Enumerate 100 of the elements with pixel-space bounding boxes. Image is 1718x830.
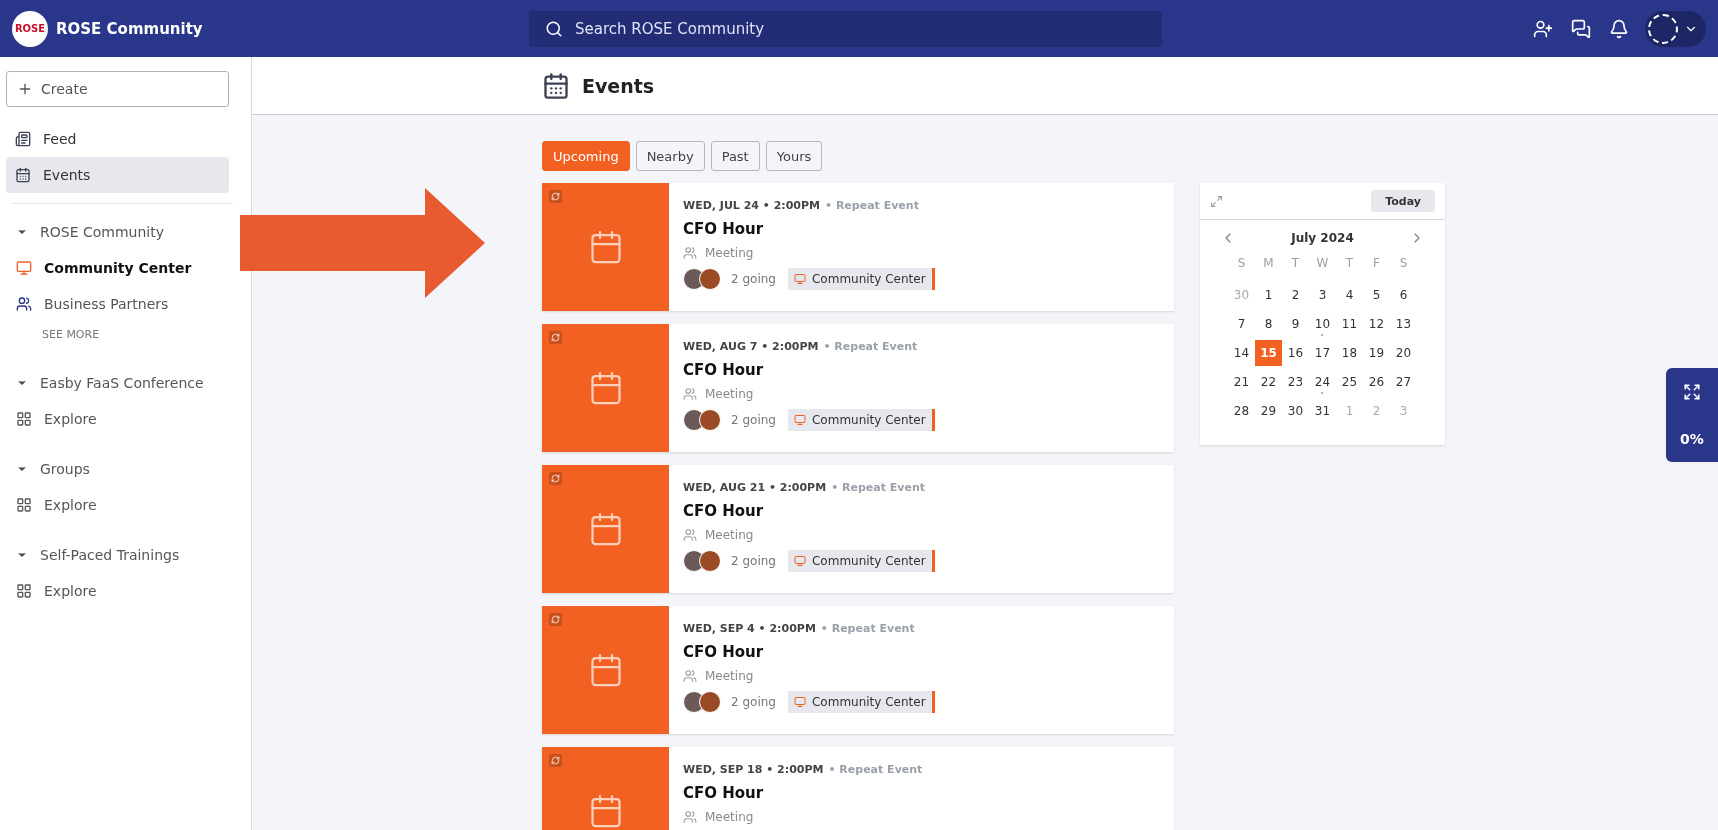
monitor-icon bbox=[16, 260, 32, 276]
group-tag[interactable]: Community Center bbox=[787, 268, 935, 290]
calendar-day[interactable]: 2 bbox=[1282, 282, 1309, 308]
calendar-icon bbox=[15, 167, 31, 183]
going-count: 2 going bbox=[731, 695, 776, 709]
calendar-icon bbox=[542, 71, 570, 100]
monitor-icon bbox=[793, 273, 806, 285]
weekday-label: F bbox=[1372, 255, 1381, 272]
monitor-icon bbox=[793, 555, 806, 567]
group-tag[interactable]: Community Center bbox=[787, 409, 935, 431]
calendar-day[interactable]: 6 bbox=[1390, 282, 1417, 308]
calendar-day[interactable]: 5 bbox=[1363, 282, 1390, 308]
calendar-day[interactable]: 1 bbox=[1255, 282, 1282, 308]
repeat-label: • Repeat Event bbox=[831, 481, 925, 494]
calendar-day[interactable]: 29 bbox=[1255, 398, 1282, 424]
event-type: Meeting bbox=[705, 810, 754, 824]
filter-tab[interactable]: Yours bbox=[765, 141, 823, 171]
section-header[interactable]: ROSE Community bbox=[6, 214, 229, 250]
filter-tab[interactable]: Nearby bbox=[635, 141, 705, 171]
event-card[interactable]: WED, JUL 24 • 2:00PM • Repeat Event CFO Hour Meeting 2 going Community Center bbox=[542, 183, 1174, 311]
today-button[interactable]: Today bbox=[1371, 190, 1435, 212]
event-card[interactable]: WED, AUG 21 • 2:00PM • Repeat Event CFO Hour Meeting 2 going Community Center bbox=[542, 465, 1174, 593]
calendar-day[interactable]: 23 bbox=[1282, 369, 1309, 395]
section-header[interactable]: Easby FaaS Conference bbox=[6, 365, 229, 401]
logo[interactable]: ROSE bbox=[12, 10, 48, 47]
create-button[interactable]: Create bbox=[6, 71, 229, 107]
calendar-day[interactable]: 20 bbox=[1390, 340, 1417, 366]
calendar-day[interactable]: 27 bbox=[1390, 369, 1417, 395]
grid-icon bbox=[16, 583, 32, 599]
going-count: 2 going bbox=[731, 272, 776, 286]
event-date: WED, AUG 7 • 2:00PM bbox=[683, 340, 819, 353]
calendar-day[interactable]: 18 bbox=[1336, 340, 1363, 366]
brand-name: ROSE Community bbox=[56, 19, 204, 38]
event-date: WED, AUG 21 • 2:00PM bbox=[683, 481, 827, 494]
page-title: Events bbox=[582, 74, 655, 97]
sidebar-item[interactable]: Community Center bbox=[6, 250, 229, 286]
calendar-day[interactable]: 22 bbox=[1255, 369, 1282, 395]
calendar-day[interactable]: 11 bbox=[1336, 311, 1363, 337]
group-tag[interactable]: Community Center bbox=[787, 550, 935, 572]
calendar-day[interactable]: 31 bbox=[1309, 398, 1336, 424]
weekday-label: T bbox=[1290, 255, 1301, 272]
event-type: Meeting bbox=[705, 669, 754, 683]
calendar-day[interactable]: 25 bbox=[1336, 369, 1363, 395]
sidebar-item[interactable]: Feed bbox=[6, 121, 229, 157]
calendar-day[interactable]: 10 bbox=[1309, 311, 1336, 337]
calendar-day[interactable]: 24 bbox=[1309, 369, 1336, 395]
calendar-day[interactable]: 4 bbox=[1336, 282, 1363, 308]
calendar-day[interactable]: 19 bbox=[1363, 340, 1390, 366]
plus-icon bbox=[17, 81, 33, 97]
avatar bbox=[699, 550, 721, 572]
sidebar-item[interactable]: Explore bbox=[6, 573, 229, 609]
calendar-day[interactable]: 28 bbox=[1228, 398, 1255, 424]
event-date: WED, SEP 4 • 2:00PM bbox=[683, 622, 816, 635]
account-menu-button[interactable] bbox=[1645, 10, 1706, 47]
repeat-icon bbox=[549, 331, 562, 344]
sidebar-item[interactable]: Explore bbox=[6, 487, 229, 523]
calendar-day[interactable]: 17 bbox=[1309, 340, 1336, 366]
calendar-day[interactable]: 7 bbox=[1228, 311, 1255, 337]
calendar-day[interactable]: 16 bbox=[1282, 340, 1309, 366]
calendar-day[interactable]: 26 bbox=[1363, 369, 1390, 395]
calendar-day[interactable]: 21 bbox=[1228, 369, 1255, 395]
month-title: July 2024 bbox=[1291, 231, 1354, 245]
calendar-day[interactable]: 12 bbox=[1363, 311, 1390, 337]
section-header[interactable]: Self-Paced Trainings bbox=[6, 537, 229, 573]
weekday-label: S bbox=[1398, 255, 1409, 272]
calendar-day[interactable]: 13 bbox=[1390, 311, 1417, 337]
repeat-label: • Repeat Event bbox=[828, 763, 923, 776]
people-icon bbox=[683, 669, 697, 683]
feed-icon bbox=[15, 131, 31, 147]
calendar-day[interactable]: 3 bbox=[1309, 282, 1336, 308]
sidebar-item[interactable]: Explore bbox=[6, 401, 229, 437]
event-card[interactable]: WED, AUG 7 • 2:00PM • Repeat Event CFO Hour Meeting 2 going Community Center bbox=[542, 324, 1174, 452]
weekday-label: W bbox=[1315, 255, 1330, 272]
people-icon bbox=[683, 387, 697, 401]
calendar-day[interactable]: 30 bbox=[1282, 398, 1309, 424]
repeat-icon bbox=[549, 613, 562, 626]
calendar-day[interactable]: 9 bbox=[1282, 311, 1309, 337]
see-more-link[interactable]: SEE MORE bbox=[6, 322, 245, 351]
event-date: WED, SEP 18 • 2:00PM bbox=[683, 763, 824, 776]
monitor-icon bbox=[793, 414, 806, 426]
event-card[interactable]: WED, SEP 18 • 2:00PM • Repeat Event CFO Hour Meeting bbox=[542, 747, 1174, 830]
event-title: CFO Hour bbox=[683, 502, 765, 520]
calendar-day[interactable]: 8 bbox=[1255, 311, 1282, 337]
expand-icon bbox=[1683, 383, 1701, 401]
grid-icon bbox=[16, 497, 32, 513]
event-card[interactable]: WED, SEP 4 • 2:00PM • Repeat Event CFO Hour Meeting 2 going Community Center bbox=[542, 606, 1174, 734]
group-tag[interactable]: Community Center bbox=[787, 691, 935, 713]
expand-icon[interactable] bbox=[1210, 194, 1223, 208]
weekday-label: M bbox=[1262, 255, 1275, 272]
sidebar-item[interactable]: Events bbox=[6, 157, 229, 193]
progress-widget[interactable]: 0% bbox=[1666, 368, 1718, 462]
event-title: CFO Hour bbox=[683, 220, 765, 238]
calendar-day[interactable]: 14 bbox=[1228, 340, 1255, 366]
event-title: CFO Hour bbox=[683, 643, 765, 661]
filter-tab[interactable]: Past bbox=[710, 141, 760, 171]
event-date: WED, JUL 24 • 2:00PM bbox=[683, 199, 821, 212]
people-icon bbox=[683, 528, 697, 542]
section-header[interactable]: Groups bbox=[6, 451, 229, 487]
search-field[interactable]: Search ROSE Community bbox=[529, 10, 1162, 47]
sidebar-item[interactable]: Business Partners bbox=[6, 286, 229, 322]
